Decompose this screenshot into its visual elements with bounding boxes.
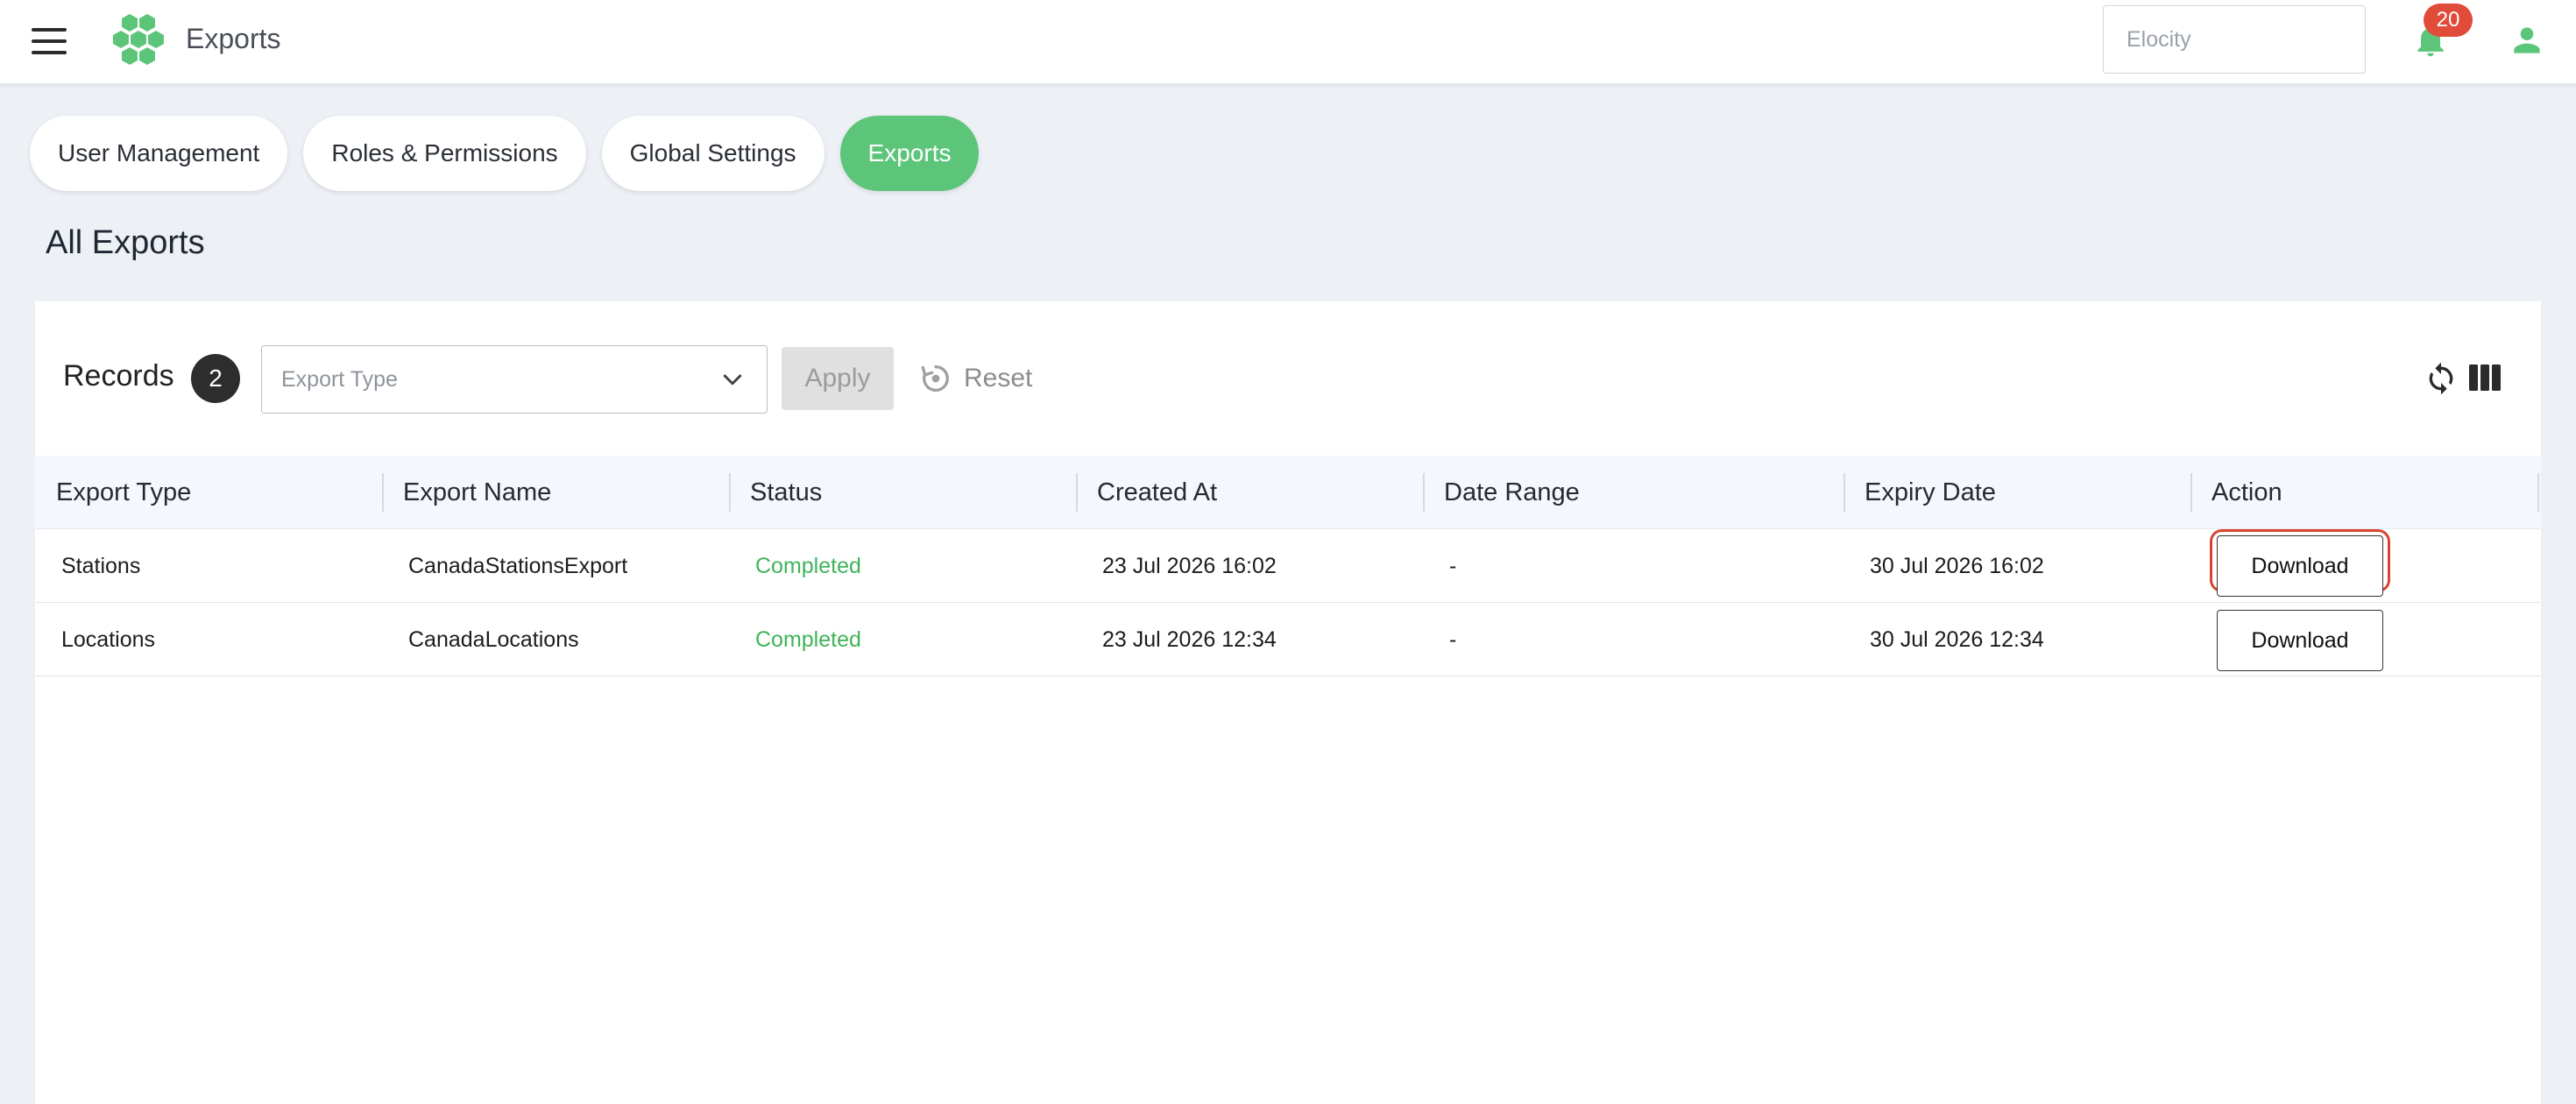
- column-header-created-at: Created At: [1097, 478, 1218, 506]
- export-type-select[interactable]: Export Type: [261, 345, 768, 414]
- column-header-status: Status: [750, 478, 823, 506]
- tab-exports[interactable]: Exports: [839, 116, 980, 191]
- column-divider[interactable]: [2537, 473, 2539, 512]
- refresh-icon[interactable]: [2424, 359, 2459, 398]
- cell-export-name: CanadaLocations: [408, 627, 579, 652]
- table-row: Locations CanadaLocations Completed 23 J…: [35, 603, 2541, 676]
- column-header-export-name: Export Name: [403, 478, 552, 506]
- cell-export-type: Stations: [61, 554, 141, 578]
- organization-input[interactable]: [2103, 5, 2366, 74]
- apply-button[interactable]: Apply: [782, 347, 894, 410]
- reset-label: Reset: [964, 364, 1033, 393]
- app-title: Exports: [186, 23, 281, 54]
- records-label: Records: [63, 359, 174, 393]
- download-button[interactable]: Download: [2217, 535, 2383, 597]
- table-row: Stations CanadaStationsExport Completed …: [35, 529, 2541, 603]
- chevron-down-icon: [723, 374, 742, 386]
- column-header-export-type: Export Type: [56, 478, 192, 506]
- reset-icon: [921, 365, 949, 392]
- cell-status: Completed: [755, 554, 861, 578]
- hexagon-logo-icon: [113, 14, 164, 65]
- column-header-action: Action: [2212, 478, 2282, 506]
- tab-roles-permissions[interactable]: Roles & Permissions: [303, 116, 586, 191]
- user-icon[interactable]: [2508, 21, 2546, 60]
- settings-tabs: User Management Roles & Permissions Glob…: [30, 116, 980, 191]
- cell-export-name: CanadaStationsExport: [408, 554, 628, 578]
- cell-expiry-date: 30 Jul 2026 12:34: [1870, 627, 2044, 652]
- cell-date-range: -: [1449, 554, 1457, 578]
- records-count-badge: 2: [191, 354, 240, 403]
- table-header: Export Type Export Name Status Created A…: [35, 456, 2541, 529]
- column-header-expiry-date: Expiry Date: [1865, 478, 1996, 506]
- column-header-date-range: Date Range: [1444, 478, 1580, 506]
- cell-date-range: -: [1449, 627, 1457, 652]
- tab-global-settings[interactable]: Global Settings: [601, 116, 824, 191]
- cell-created-at: 23 Jul 2026 12:34: [1102, 627, 1277, 652]
- columns-icon[interactable]: [2469, 364, 2501, 391]
- cell-status: Completed: [755, 627, 861, 652]
- export-type-placeholder: Export Type: [281, 367, 398, 392]
- cell-created-at: 23 Jul 2026 16:02: [1102, 554, 1277, 578]
- download-button[interactable]: Download: [2217, 610, 2383, 671]
- hamburger-menu-icon[interactable]: [32, 26, 67, 56]
- tab-user-management[interactable]: User Management: [30, 116, 288, 191]
- notification-badge: 20: [2424, 4, 2473, 37]
- cell-export-type: Locations: [61, 627, 156, 652]
- page-title: All Exports: [46, 224, 205, 261]
- top-bar: Exports 20: [0, 0, 2576, 84]
- cell-expiry-date: 30 Jul 2026 16:02: [1870, 554, 2044, 578]
- reset-button[interactable]: Reset: [918, 357, 1032, 400]
- exports-table: Export Type Export Name Status Created A…: [35, 456, 2541, 676]
- exports-card: Records 2 Export Type Apply Reset Export…: [35, 301, 2541, 1104]
